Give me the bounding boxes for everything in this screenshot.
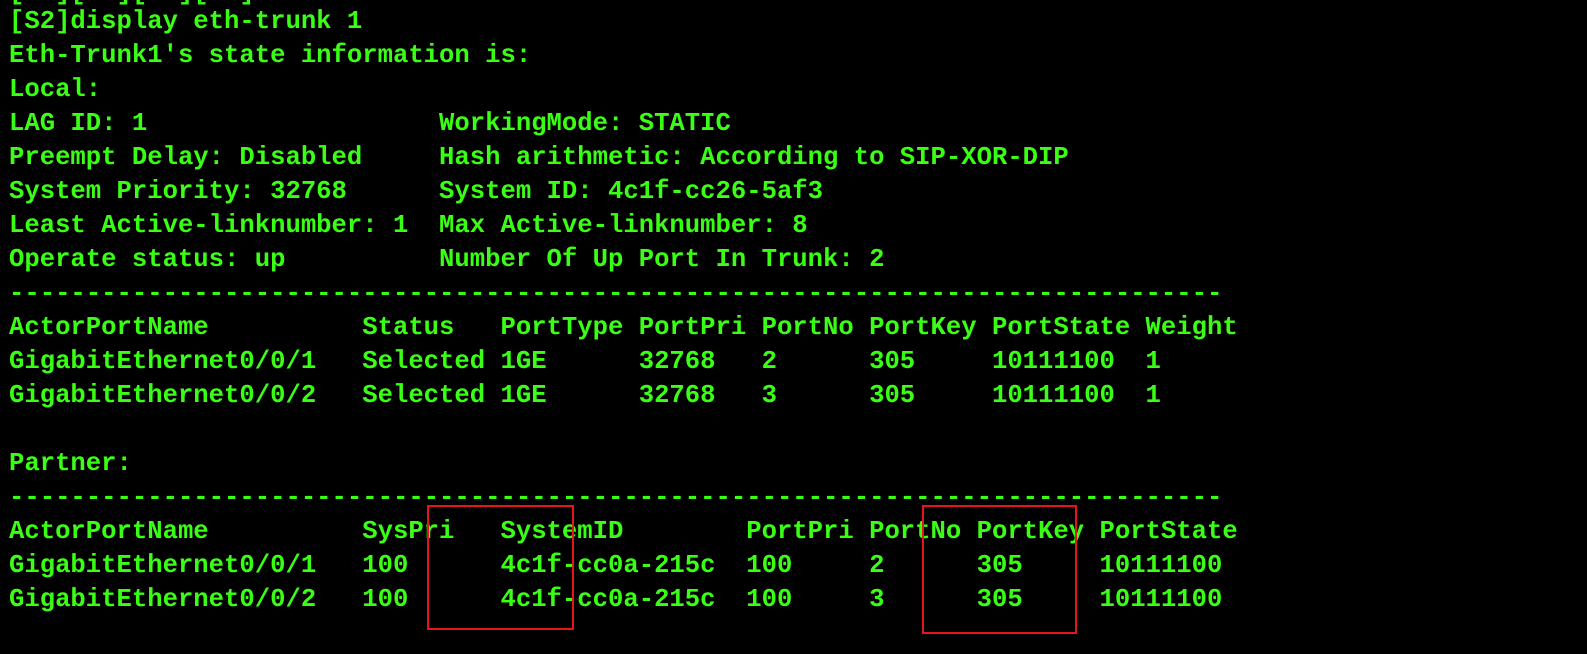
local-table-row: GigabitEthernet0/0/2 Selected 1GE 32768 …: [9, 381, 1161, 410]
terminal-line: LAG ID: 1 WorkingMode: STATIC: [9, 109, 731, 138]
terminal-separator: ----------------------------------------…: [9, 279, 1223, 308]
terminal-line: System Priority: 32768 System ID: 4c1f-c…: [9, 177, 824, 206]
terminal-line: Eth-Trunk1's state information is:: [9, 41, 532, 70]
syspri-highlight-box: [427, 505, 574, 630]
terminal-command-line: [S2]display eth-trunk 1: [9, 7, 363, 36]
terminal-line: Operate status: up Number Of Up Port In …: [9, 245, 885, 274]
terminal-line: Least Active-linknumber: 1 Max Active-li…: [9, 211, 808, 240]
portpri-highlight-box: [922, 505, 1077, 634]
local-table-header: ActorPortName Status PortType PortPri Po…: [9, 313, 1238, 342]
terminal-line-partner-heading: Partner:: [9, 449, 132, 478]
terminal-window[interactable]: [S2][S2][S2][S2] [S2]display eth-trunk 1…: [0, 0, 1587, 654]
local-table-row: GigabitEthernet0/0/1 Selected 1GE 32768 …: [9, 347, 1161, 376]
terminal-line-local-heading: Local:: [9, 75, 102, 104]
terminal-line: Preempt Delay: Disabled Hash arithmetic:…: [9, 143, 1069, 172]
